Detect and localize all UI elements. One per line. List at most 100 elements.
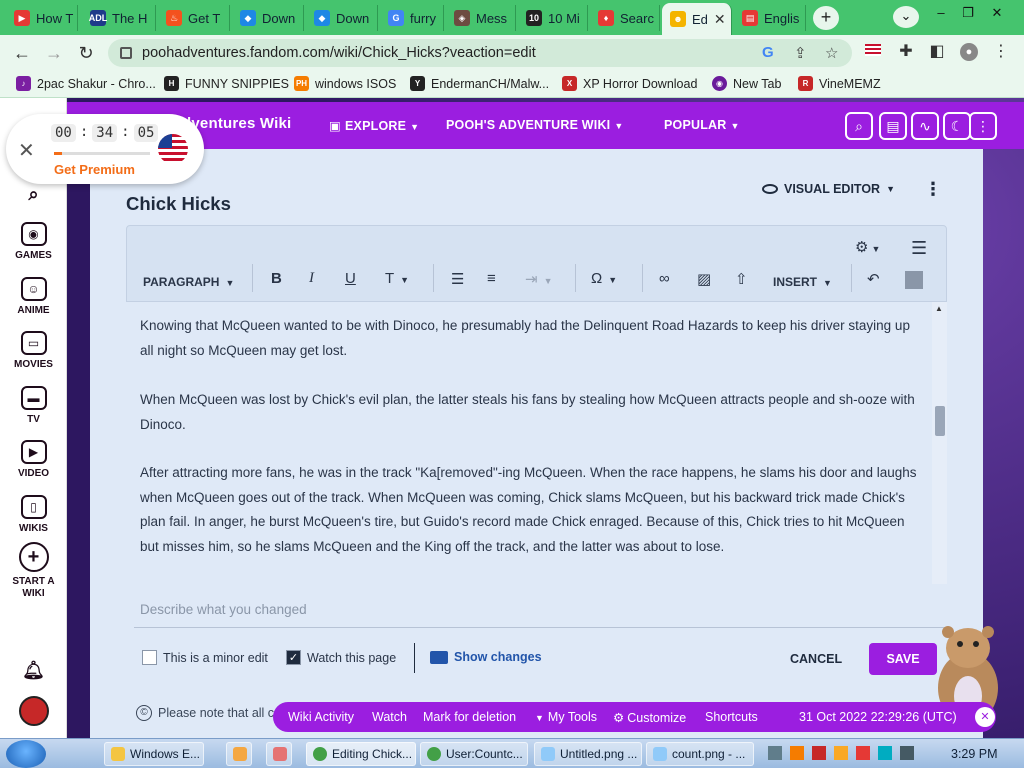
us-flag-icon[interactable] [158, 134, 188, 164]
scrollbar-thumb[interactable] [935, 406, 945, 436]
browser-tab[interactable]: ▤ Englis [734, 5, 806, 31]
underline-icon[interactable]: U [345, 270, 356, 287]
rail-movies[interactable]: ▭ MOVIES [0, 331, 67, 370]
minimize-icon[interactable]: – [928, 3, 954, 25]
visual-editor-button[interactable]: VISUAL EDITOR ▼ [762, 182, 895, 196]
rail-video[interactable]: ▶ VIDEO [0, 440, 67, 479]
browser-tab[interactable]: ▶ How T [6, 5, 78, 31]
edit-summary-input[interactable]: Describe what you changed [140, 602, 307, 617]
taskbar-item-active[interactable]: Editing Chick... [306, 742, 416, 766]
rail-games[interactable]: ◉ GAMES [0, 222, 67, 261]
forward-icon[interactable]: → [42, 41, 66, 65]
bookmark-item[interactable]: PH windows ISOS [294, 76, 396, 91]
profile-icon[interactable]: ● [960, 43, 978, 61]
us-flag-icon[interactable] [865, 44, 881, 56]
cancel-button[interactable]: CANCEL [790, 652, 842, 666]
upload-icon[interactable]: ⇧ [735, 270, 748, 288]
show-changes-button[interactable]: Show changes [430, 650, 542, 664]
indent-icon[interactable]: ⇥ ▼ [525, 270, 553, 288]
save-button[interactable]: SAVE [869, 643, 937, 675]
close-tab-icon[interactable]: ✕ [714, 11, 726, 28]
link-icon[interactable]: ∞ [659, 270, 670, 287]
mark-for-deletion-link[interactable]: Mark for deletion [423, 710, 516, 724]
share-icon[interactable]: ⇪ [794, 44, 807, 62]
bookmark-item[interactable]: H FUNNY SNIPPIES [164, 76, 289, 91]
taskbar-item[interactable]: count.png - ... [646, 742, 754, 766]
browser-tab[interactable]: G furry [380, 5, 444, 31]
bold-icon[interactable]: B [271, 270, 282, 287]
browser-tab[interactable]: ◆ Down [306, 5, 378, 31]
paragraph[interactable]: When McQueen was lost by Chick's evil pl… [140, 388, 920, 437]
browser-tab[interactable]: ◈ Mess [446, 5, 516, 31]
tab-search-icon[interactable]: ⌄ [893, 6, 919, 28]
rail-anime[interactable]: ☺ ANIME [0, 277, 67, 316]
rail-tv[interactable]: ▬ TV [0, 386, 67, 425]
content-scrollbar[interactable]: ▲ [932, 302, 947, 584]
more-kebab-icon[interactable]: ⋮ [969, 112, 997, 140]
scroll-up-icon[interactable]: ▲ [935, 304, 943, 313]
special-characters-icon[interactable]: Ω ▼ [591, 270, 617, 287]
watch-page-checkbox[interactable]: ✓ Watch this page [286, 650, 396, 665]
search-icon[interactable]: ⌕ [0, 184, 67, 205]
customize-link[interactable]: ⚙ Customize [613, 710, 686, 725]
bookmark-star-icon[interactable]: ☆ [825, 44, 838, 62]
browser-tab-active[interactable]: ☻ Ed ✕ [662, 3, 732, 35]
bookmark-item[interactable]: X XP Horror Download [562, 76, 697, 91]
dark-mode-icon[interactable]: ☾ [943, 112, 971, 140]
reload-icon[interactable]: ↻ [74, 41, 98, 65]
bookmark-item[interactable]: ♪ 2pac Shakur - Chro... [16, 76, 156, 91]
taskbar-item[interactable] [266, 742, 292, 766]
tray-app-icon[interactable] [834, 746, 848, 760]
taskbar-item[interactable] [226, 742, 252, 766]
my-tools-menu[interactable]: ▼ My Tools [535, 710, 597, 724]
editor-content[interactable]: Knowing that McQueen wanted to be with D… [126, 302, 947, 584]
browser-tab[interactable]: ◆ Down [232, 5, 304, 31]
tray-app-icon[interactable] [878, 746, 892, 760]
rail-wikis[interactable]: ▯ WIKIS [0, 495, 67, 534]
browser-tab[interactable]: 10 10 Mi [518, 5, 588, 31]
browser-tab[interactable]: ♨ Get T [158, 5, 230, 31]
numbered-list-icon[interactable]: ≡ [487, 270, 496, 287]
nav-popular[interactable]: POPULAR ▼ [664, 118, 740, 132]
insert-dropdown[interactable]: INSERT ▼ [773, 273, 832, 290]
get-premium-link[interactable]: Get Premium [54, 162, 135, 177]
stop-icon[interactable] [905, 271, 923, 289]
nav-pooh-wiki[interactable]: POOH'S ADVENTURE WIKI ▼ [446, 118, 623, 132]
search-icon[interactable]: ⌕ [845, 112, 873, 140]
hamburger-menu-icon[interactable]: ☰ [911, 238, 927, 259]
close-window-icon[interactable]: ✕ [984, 3, 1010, 25]
browser-tab[interactable]: ADL The H [82, 5, 156, 31]
side-panel-icon[interactable]: ◧ [928, 43, 946, 61]
taskbar-item[interactable]: Untitled.png ... [534, 742, 642, 766]
taskbar-item[interactable]: User:Countc... [420, 742, 528, 766]
tray-app-icon[interactable] [790, 746, 804, 760]
close-icon[interactable]: ✕ [18, 138, 35, 163]
wiki-activity-link[interactable]: Wiki Activity [288, 710, 354, 724]
watch-link[interactable]: Watch [372, 710, 407, 724]
activity-icon[interactable]: ∿ [911, 112, 939, 140]
tray-app-icon[interactable] [856, 746, 870, 760]
paragraph[interactable]: After attracting more fans, he was in th… [140, 461, 920, 559]
system-clock[interactable]: 3:29 PM [951, 747, 998, 761]
restore-icon[interactable]: ❐ [955, 3, 981, 25]
bookmark-item[interactable]: ◉ New Tab [712, 76, 781, 91]
discussions-icon[interactable]: ▤ [879, 112, 907, 140]
new-tab-button[interactable]: + [813, 6, 839, 30]
back-icon[interactable]: ← [10, 41, 34, 65]
volume-icon[interactable] [900, 746, 914, 760]
notifications-bell-icon[interactable]: 🔔︎ [0, 660, 67, 681]
menu-kebab-icon[interactable]: ⋮ [992, 43, 1010, 61]
settings-gear-icon[interactable]: ⚙ ▼ [855, 238, 880, 256]
browser-tab[interactable]: ♦ Searc [590, 5, 660, 31]
paragraph[interactable]: Knowing that McQueen wanted to be with D… [140, 314, 920, 363]
start-button[interactable] [6, 740, 46, 768]
google-lens-icon[interactable]: G [762, 44, 774, 61]
text-style-icon[interactable]: T ▼ [385, 270, 409, 287]
network-icon[interactable] [768, 746, 782, 760]
bookmark-item[interactable]: Y EndermanCH/Malw... [410, 76, 549, 91]
extensions-icon[interactable]: ✚ [897, 43, 915, 61]
avatar[interactable] [0, 696, 67, 726]
url-bar[interactable]: poohadventures.fandom.com/wiki/Chick_Hic… [108, 39, 852, 67]
close-toolbar-icon[interactable]: ✕ [975, 707, 995, 727]
paragraph-format-dropdown[interactable]: PARAGRAPH ▼ [143, 273, 234, 290]
